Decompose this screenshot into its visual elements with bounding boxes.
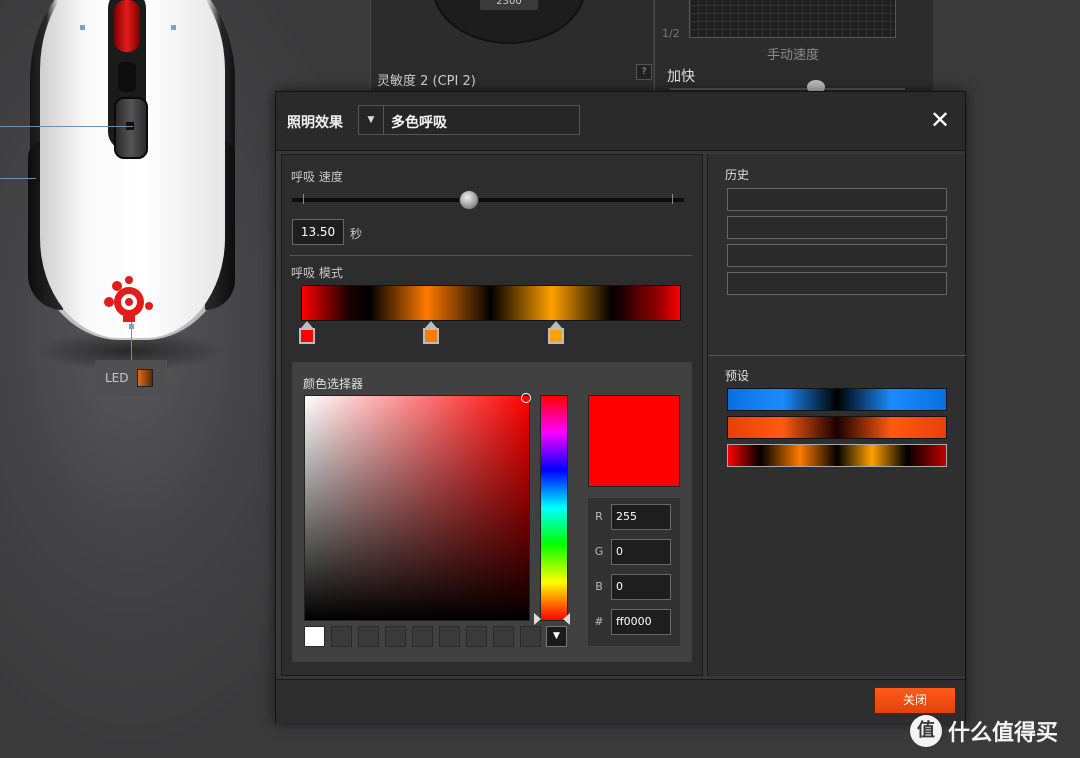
gradient-stop-1[interactable] — [299, 328, 315, 344]
watermark: 值 什么值得买 — [910, 715, 1058, 747]
swatch-slot-4[interactable] — [385, 626, 406, 647]
history-slot[interactable] — [727, 272, 947, 295]
breath-mode-label: 呼吸 模式 — [291, 266, 343, 280]
watermark-logo: 值 — [910, 715, 942, 747]
led-zone-button[interactable]: LED — [95, 360, 167, 396]
breath-mode-gradient[interactable] — [301, 285, 681, 321]
breath-settings-panel: 呼吸 速度 13.50 秒 呼吸 模式 颜色选择器 R 255 G 0 B 0 … — [281, 154, 703, 676]
watermark-text: 什么值得买 — [948, 721, 1059, 746]
steelseries-logo — [104, 276, 153, 322]
led-label: LED — [105, 371, 129, 385]
divider — [290, 255, 692, 256]
help-icon[interactable]: ? — [636, 64, 652, 80]
speed-curve-grid[interactable] — [689, 0, 896, 38]
breath-speed-input[interactable]: 13.50 — [292, 219, 344, 245]
breath-speed-label: 呼吸 速度 — [291, 170, 343, 184]
history-slot[interactable] — [727, 216, 947, 239]
selected-color-preview — [588, 395, 680, 487]
swatch-slot-6[interactable] — [439, 626, 460, 647]
lighting-effect-dialog: 照明效果 ▼ 多色呼吸 ✕ 呼吸 速度 13.50 秒 呼吸 模式 颜色选择器 — [275, 91, 966, 723]
mouse-wheel-gap — [118, 62, 136, 92]
breath-speed-slider-knob[interactable] — [459, 190, 480, 210]
color-picker-label: 颜色选择器 — [303, 377, 364, 391]
history-slot[interactable] — [727, 188, 947, 211]
b-label: B — [595, 580, 603, 593]
close-button[interactable]: 关闭 — [874, 687, 956, 714]
leader-dot — [129, 324, 134, 329]
leader-line — [0, 126, 133, 127]
leader-dot — [80, 25, 85, 30]
swatch-slot-3[interactable] — [358, 626, 379, 647]
b-input[interactable]: 0 — [611, 574, 671, 600]
divider — [708, 355, 966, 356]
presets-label: 预设 — [725, 369, 750, 383]
breath-speed-slider[interactable] — [292, 198, 684, 202]
cpi-dial-value: 2300 — [480, 0, 538, 10]
preset-blue[interactable] — [727, 388, 947, 411]
swatch-slot-2[interactable] — [331, 626, 352, 647]
gradient-stop-pointer — [301, 321, 313, 328]
g-input[interactable]: 0 — [611, 539, 671, 565]
swatch-slot-9[interactable] — [520, 626, 541, 647]
acceleration-slider-track[interactable] — [670, 88, 905, 90]
mouse-scroll-wheel[interactable] — [114, 0, 140, 52]
hue-slider-arrow-left[interactable] — [534, 613, 541, 625]
saturation-value-field[interactable] — [304, 395, 530, 621]
color-picker-panel: 颜色选择器 R 255 G 0 B 0 # ff0000 ▼ — [292, 362, 692, 662]
slider-tick — [672, 194, 673, 204]
hue-slider-arrow-right[interactable] — [563, 613, 570, 625]
leader-dot — [171, 25, 176, 30]
gradient-stop-3[interactable] — [548, 328, 564, 344]
history-label: 历史 — [725, 168, 750, 182]
g-label: G — [594, 545, 604, 558]
hex-label: # — [594, 615, 604, 628]
half-label: 1/2 — [662, 27, 680, 40]
color-field-cursor[interactable] — [521, 393, 531, 403]
chevron-down-icon[interactable]: ▼ — [359, 106, 384, 134]
history-presets-panel: 历史 预设 — [707, 154, 966, 676]
effect-select-value: 多色呼吸 — [391, 115, 447, 131]
rgb-input-panel: R 255 G 0 B 0 # ff0000 — [588, 498, 680, 646]
r-label: R — [595, 510, 603, 523]
dialog-header: 照明效果 ▼ 多色呼吸 ✕ — [276, 92, 965, 151]
hex-input[interactable]: ff0000 — [611, 609, 671, 635]
dialog-footer: 关闭 — [276, 679, 965, 723]
cpi2-label: 灵敏度 2 (CPI 2) — [377, 74, 476, 89]
gradient-stop-pointer — [550, 321, 562, 328]
led-color-icon — [136, 369, 153, 387]
swatch-slot-5[interactable] — [412, 626, 433, 647]
lighting-effect-label: 照明效果 — [287, 115, 343, 131]
swatch-slot-7[interactable] — [466, 626, 487, 647]
close-icon[interactable]: ✕ — [928, 108, 952, 132]
gradient-stop-2[interactable] — [423, 328, 439, 344]
slider-tick — [303, 194, 304, 204]
swatch-slot-1[interactable] — [304, 626, 325, 647]
manual-speed-label: 手动速度 — [767, 48, 820, 63]
preset-orange[interactable] — [727, 416, 947, 439]
r-input[interactable]: 255 — [611, 504, 671, 530]
seconds-label: 秒 — [350, 227, 363, 241]
preset-multi-color[interactable] — [727, 444, 947, 467]
gradient-stop-pointer — [425, 321, 437, 328]
acceleration-label: 加快 — [667, 69, 695, 85]
history-slot[interactable] — [727, 244, 947, 267]
swatch-slot-8[interactable] — [493, 626, 514, 647]
hue-slider[interactable] — [540, 395, 568, 621]
swatch-dropdown-icon[interactable]: ▼ — [546, 626, 567, 647]
leader-line — [0, 178, 36, 179]
effect-select[interactable]: ▼ 多色呼吸 — [358, 105, 580, 135]
